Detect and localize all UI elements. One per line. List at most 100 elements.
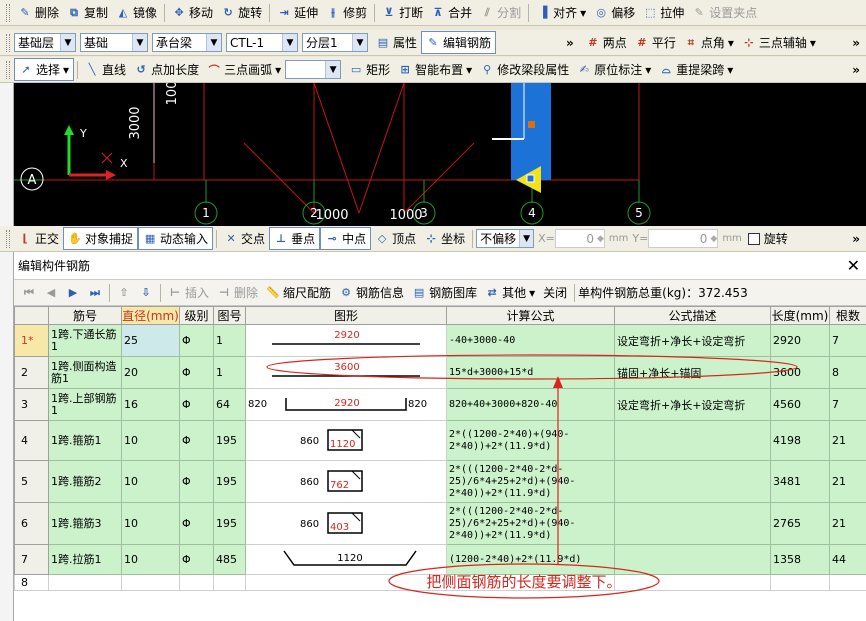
three-point-axis-button[interactable]: ⊹ 三点辅轴 ▾ xyxy=(738,32,820,53)
col-header-length[interactable]: 长度(mm) xyxy=(770,306,830,325)
three-point-arc-button[interactable]: ⌒ 三点画弧 ▾ xyxy=(203,59,285,80)
in-place-mark-button[interactable]: ✍ 原位标注 ▾ xyxy=(573,59,655,80)
figure-no-cell[interactable]: 195 xyxy=(213,460,246,503)
row-number[interactable]: 5 xyxy=(14,460,49,503)
rebar-info-button[interactable]: ⚙ 钢筋信息 xyxy=(335,282,408,303)
description-cell[interactable]: 锚固+净长+锚固 xyxy=(614,356,771,389)
rebar-name-cell[interactable]: 1跨.拉筋1 xyxy=(48,544,122,575)
category-select[interactable]: 基础 ▼ xyxy=(80,33,148,52)
diameter-cell[interactable]: 20 xyxy=(121,356,180,389)
figure-cell[interactable]: 3600 xyxy=(245,356,447,389)
split-button[interactable]: ⫽ 分割 xyxy=(476,2,525,23)
description-cell[interactable]: 设定弯折+净长+设定弯折 xyxy=(614,388,771,421)
floor-select[interactable]: 基础层 ▼ xyxy=(14,33,76,52)
prev-record-button[interactable]: ◀ xyxy=(40,284,62,301)
figure-cell[interactable]: 820 2920 820 xyxy=(245,388,447,421)
grade-cell[interactable]: Φ xyxy=(179,356,214,389)
table-row[interactable]: 2 1跨.侧面构造筋1 20 Φ 1 3600 15*d+3000+15*d 锚… xyxy=(14,356,866,389)
offset-mode-select[interactable]: 不偏移 ▼ xyxy=(476,229,535,248)
erase-button[interactable]: ✎ 删除 xyxy=(14,2,63,23)
figure-cell[interactable]: 860 1120 xyxy=(245,420,447,461)
length-cell[interactable]: 2920 xyxy=(770,324,830,357)
count-cell[interactable]: 7 xyxy=(829,388,866,421)
table-row[interactable]: 3 1跨.上部钢筋1 16 Φ 64 820 2920 820 820+40+3… xyxy=(14,388,866,421)
diameter-cell[interactable]: 10 xyxy=(121,502,180,545)
parallel-axis-button[interactable]: # 平行 xyxy=(631,32,680,53)
col-header-diameter[interactable]: 直径(mm) xyxy=(121,306,180,325)
length-cell[interactable]: 3600 xyxy=(770,356,830,389)
figure-no-cell[interactable]: 1 xyxy=(213,356,246,389)
rebar-name-cell[interactable] xyxy=(48,574,122,591)
object-snap-toggle[interactable]: ✋ 对象捕捉 xyxy=(63,227,139,250)
copy-button[interactable]: ⧉ 复制 xyxy=(63,2,112,23)
col-header-description[interactable]: 公式描述 xyxy=(614,306,771,325)
insert-button[interactable]: ⊢ 插入 xyxy=(164,282,213,303)
toolbar-overflow-icon[interactable]: » xyxy=(852,232,860,246)
point-angle-button[interactable]: ⌗ 点角 ▾ xyxy=(680,32,738,53)
figure-no-cell[interactable]: 195 xyxy=(213,502,246,545)
x-input[interactable]: 0 ◆ xyxy=(554,229,605,248)
length-cell[interactable]: 2765 xyxy=(770,502,830,545)
description-cell[interactable]: 设定弯折+净长+设定弯折 xyxy=(614,324,771,357)
vertex-snap[interactable]: ◇ 顶点 xyxy=(371,228,420,249)
align-button[interactable]: ▐ 对齐 ▾ xyxy=(532,2,590,23)
rebar-name-cell[interactable]: 1跨.上部钢筋1 xyxy=(48,388,122,421)
length-cell[interactable]: 1358 xyxy=(770,544,830,575)
ortho-toggle[interactable]: ⌊ 正交 xyxy=(14,228,63,249)
formula-cell[interactable]: 820+40+3000+820-40 xyxy=(446,388,615,421)
table-row[interactable]: 5 1跨.箍筋2 10 Φ 195 860 762 2*(((1200-2*40… xyxy=(14,460,866,503)
toolbar-grip[interactable] xyxy=(6,33,10,52)
figure-no-cell[interactable]: 485 xyxy=(213,544,246,575)
layer-select[interactable]: 分层1 ▼ xyxy=(302,33,368,52)
merge-button[interactable]: ⊼ 合并 xyxy=(427,2,476,23)
toolbar-overflow-icon[interactable]: » xyxy=(566,36,574,50)
element-select[interactable]: CTL-1 ▼ xyxy=(226,33,298,52)
row-number[interactable]: 8 xyxy=(14,574,49,591)
set-grip-button[interactable]: ✎ 设置夹点 xyxy=(688,2,761,23)
rotate-checkbox[interactable] xyxy=(747,232,760,245)
col-header-figure-no[interactable]: 图号 xyxy=(213,306,246,325)
row-number[interactable]: 7 xyxy=(14,544,49,575)
formula-cell[interactable]: 15*d+3000+15*d xyxy=(446,356,615,389)
diameter-cell[interactable]: 10 xyxy=(121,544,180,575)
col-header-formula[interactable]: 计算公式 xyxy=(446,306,615,325)
count-cell[interactable] xyxy=(829,574,866,591)
col-header-grade[interactable]: 级别 xyxy=(179,306,214,325)
point-length-button[interactable]: ↺ 点加长度 xyxy=(130,59,203,80)
row-number[interactable]: 2 xyxy=(14,356,49,389)
figure-no-cell[interactable]: 1 xyxy=(213,324,246,357)
other-menu-button[interactable]: ⇄ 其他 ▾ xyxy=(481,282,539,303)
formula-cell[interactable]: 2*((1200-2*40)+(940-2*40))+2*(11.9*d) xyxy=(446,420,615,461)
formula-cell[interactable]: 2*(((1200-2*40-2*d-25)/6*2+25+2*d)+(940-… xyxy=(446,502,615,545)
coordinate-snap[interactable]: ⊹ 坐标 xyxy=(420,228,469,249)
perpendicular-snap[interactable]: ⊥ 垂点 xyxy=(269,227,321,250)
diameter-cell[interactable]: 10 xyxy=(121,460,180,503)
col-header-figure[interactable]: 图形 xyxy=(245,306,447,325)
dynamic-input-toggle[interactable]: ▦ 动态输入 xyxy=(138,227,214,250)
rectangle-button[interactable]: ▭ 矩形 xyxy=(345,59,394,80)
scale-rebar-button[interactable]: 📏 缩尺配筋 xyxy=(262,282,335,303)
toolbar-overflow-icon[interactable]: » xyxy=(852,63,860,77)
grade-cell[interactable]: Φ xyxy=(179,388,214,421)
col-header-count[interactable]: 根数 xyxy=(829,306,866,325)
first-record-button[interactable]: ⏮ xyxy=(18,284,40,302)
grade-cell[interactable]: Φ xyxy=(179,324,214,357)
grade-cell[interactable]: Φ xyxy=(179,544,214,575)
description-cell[interactable] xyxy=(614,502,771,545)
mirror-button[interactable]: ◭ 镜像 xyxy=(112,2,161,23)
last-record-button[interactable]: ⏭ xyxy=(84,284,106,302)
toolbar-grip[interactable] xyxy=(6,229,10,248)
count-cell[interactable]: 21 xyxy=(829,460,866,503)
row-number[interactable]: 1* xyxy=(14,324,49,357)
move-down-button[interactable]: ⇩ xyxy=(135,284,157,301)
modify-beam-button[interactable]: ⚲ 修改梁段属性 xyxy=(476,59,573,80)
formula-cell[interactable]: -40+3000-40 xyxy=(446,324,615,357)
figure-cell[interactable]: 860 403 xyxy=(245,502,447,545)
rebar-name-cell[interactable]: 1跨.箍筋1 xyxy=(48,420,122,461)
rebar-library-button[interactable]: ▤ 钢筋图库 xyxy=(408,282,481,303)
move-up-button[interactable]: ⇧ xyxy=(113,284,135,301)
delete-button[interactable]: ⊣ 删除 xyxy=(213,282,262,303)
count-cell[interactable]: 21 xyxy=(829,420,866,461)
rebar-name-cell[interactable]: 1跨.箍筋3 xyxy=(48,502,122,545)
diameter-cell[interactable]: 25 xyxy=(121,324,180,357)
